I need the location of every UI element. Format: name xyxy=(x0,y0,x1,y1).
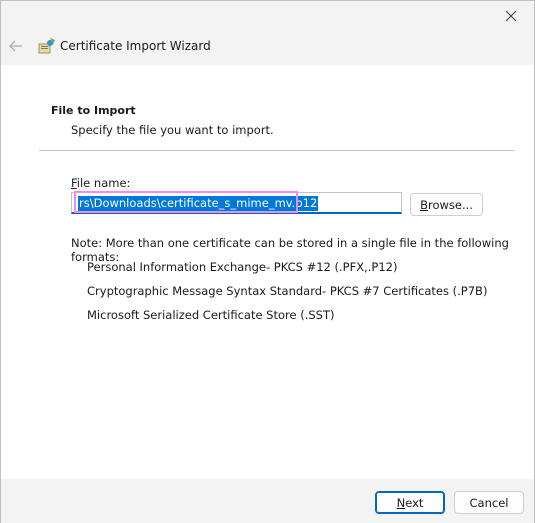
certificate-import-wizard-window: Certificate Import Wizard File to Import… xyxy=(0,0,535,523)
next-accesskey: N xyxy=(396,495,406,510)
cancel-label: Cancel xyxy=(469,495,509,510)
window-title: Certificate Import Wizard xyxy=(60,39,211,53)
browse-button[interactable]: Browse... xyxy=(410,193,483,216)
back-button[interactable] xyxy=(7,37,25,55)
header-separator xyxy=(39,150,515,151)
format-item-pkcs12: Personal Information Exchange- PKCS #12 … xyxy=(87,260,398,274)
close-icon xyxy=(505,10,517,22)
certificate-wizard-icon xyxy=(38,38,55,54)
browse-accesskey: B xyxy=(420,197,428,212)
file-name-highlight-box xyxy=(74,191,298,213)
file-name-label: File name: xyxy=(71,176,130,190)
format-item-pkcs7: Cryptographic Message Syntax Standard- P… xyxy=(87,284,488,298)
format-item-sst: Microsoft Serialized Certificate Store (… xyxy=(87,308,335,322)
back-arrow-icon xyxy=(9,40,22,52)
browse-label: rowse... xyxy=(427,197,473,212)
title-bar: Certificate Import Wizard xyxy=(1,1,534,65)
next-button[interactable]: Next xyxy=(375,491,445,514)
next-label: ext xyxy=(405,495,424,510)
cancel-button[interactable]: Cancel xyxy=(454,491,524,514)
file-name-label-text: ile name: xyxy=(76,176,131,190)
section-subheading: Specify the file you want to import. xyxy=(71,123,274,137)
close-button[interactable] xyxy=(496,5,526,27)
section-heading: File to Import xyxy=(51,104,136,117)
